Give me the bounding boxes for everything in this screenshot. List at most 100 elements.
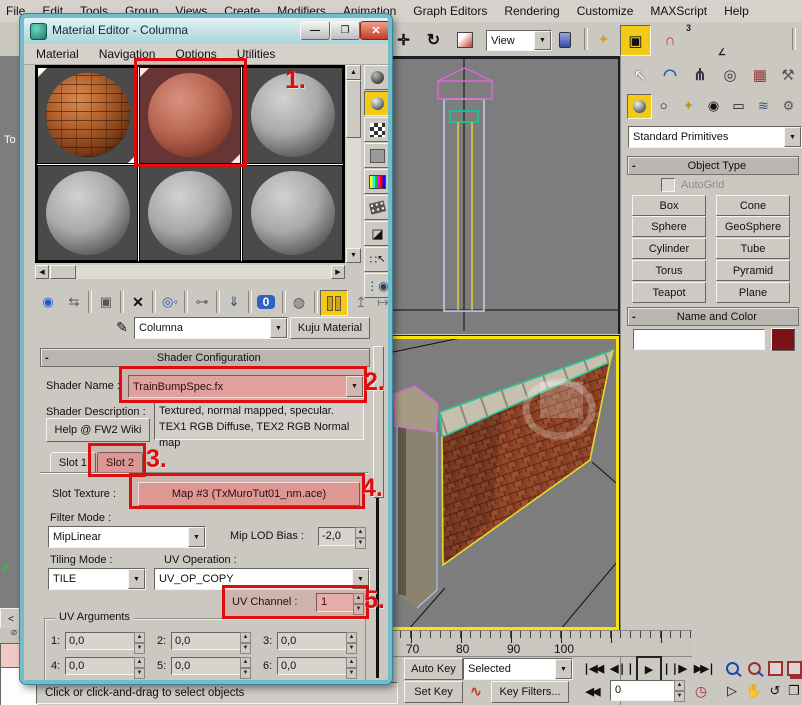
button-teapot[interactable]: Teapot <box>632 282 706 303</box>
uv-arg-5-spinner[interactable]: ▲▼ <box>240 657 251 675</box>
window-titlebar[interactable]: Material Editor - Columna — ❐ ✕ <box>24 18 388 44</box>
object-color-swatch[interactable] <box>771 328 795 351</box>
category-cameras-button[interactable]: ◉ <box>702 94 725 117</box>
maximize-viewport-toggle-button[interactable]: ❐ <box>786 681 802 701</box>
uv-arg-2-spinner[interactable]: ▲▼ <box>240 632 251 650</box>
snap-3d-button[interactable]: ∩3 <box>657 28 683 52</box>
mip-lod-bias-field[interactable]: -2,0 <box>318 527 357 546</box>
field-of-view-button[interactable]: ▷ <box>722 681 742 701</box>
material-id-channel-button[interactable]: 0 <box>254 291 278 313</box>
show-end-result-button[interactable] <box>320 290 348 316</box>
name-color-rollout-header[interactable]: - Name and Color <box>627 307 799 326</box>
sample-slot-2-selected[interactable] <box>139 67 240 164</box>
pan-button[interactable]: ✋ <box>744 681 764 701</box>
time-configuration-button[interactable]: ◷ <box>690 681 712 701</box>
mip-lod-bias-spinner[interactable]: ▲▼ <box>355 527 366 546</box>
coordinate-system-dropdown[interactable]: View▼ <box>486 30 552 51</box>
uv-arg-1-field[interactable]: 0,0 <box>65 632 136 650</box>
button-cone[interactable]: Cone <box>716 195 790 216</box>
use-pivot-center-button[interactable] <box>552 27 577 52</box>
sample-slot-4[interactable] <box>37 165 138 262</box>
sample-uv-tiling-button[interactable] <box>364 143 391 168</box>
material-editor-window[interactable]: Material Editor - Columna — ❐ ✕ Material… <box>20 14 392 684</box>
menu-help[interactable]: Help <box>724 4 749 18</box>
scroll-right-button[interactable]: ▶ <box>331 265 345 279</box>
uv-arg-3-field[interactable]: 0,0 <box>277 632 348 650</box>
chevron-down-icon[interactable]: ▼ <box>534 31 551 50</box>
category-lights-button[interactable]: ✦ <box>677 94 700 117</box>
background-button[interactable] <box>364 117 391 142</box>
scroll-thumb[interactable] <box>50 265 76 279</box>
make-unique-button[interactable]: ⊶ <box>190 291 214 313</box>
put-material-to-scene-button[interactable]: ⇆ <box>62 291 86 313</box>
timeline-ruler[interactable]: 70 80 90 100 <box>390 630 692 657</box>
chevron-down-icon[interactable]: ▼ <box>346 376 363 397</box>
viewport-perspective-active[interactable] <box>389 336 619 630</box>
tab-utilities[interactable]: ⚒ <box>776 62 800 88</box>
set-key-button[interactable]: Set Key <box>404 681 463 703</box>
menu-graph-editors[interactable]: Graph Editors <box>413 4 487 18</box>
frame-spinner[interactable]: ▲▼ <box>674 680 685 701</box>
menu-material[interactable]: Material <box>36 47 79 61</box>
chevron-down-icon[interactable]: ▼ <box>555 659 572 679</box>
sample-slot-5[interactable] <box>139 165 240 262</box>
material-name-dropdown[interactable]: Columna▼ <box>134 317 288 339</box>
category-spacewarps-button[interactable]: ≋ <box>752 94 775 117</box>
tab-modify[interactable]: ◠ <box>656 62 684 88</box>
zoom-extents-button[interactable] <box>766 657 784 679</box>
menu-rendering[interactable]: Rendering <box>504 4 559 18</box>
tab-create[interactable]: ↖ <box>626 62 654 88</box>
uv-channel-field[interactable]: 1 <box>316 593 356 612</box>
previous-frame-button[interactable]: ◀❘❘ <box>610 657 634 679</box>
pick-material-from-object-button[interactable]: ✎ <box>112 317 132 337</box>
make-material-copy-button[interactable]: ◎◦ <box>158 291 182 313</box>
uv-arg-6-spinner[interactable]: ▲▼ <box>346 657 357 675</box>
button-cylinder[interactable]: Cylinder <box>632 238 706 259</box>
material-type-button[interactable]: Kuju Material <box>290 317 370 339</box>
primitives-category-dropdown[interactable]: Standard Primitives▼ <box>628 126 802 148</box>
menu-maxscript[interactable]: MAXScript <box>650 4 707 18</box>
autogrid-checkbox[interactable] <box>661 178 675 192</box>
go-to-end-button[interactable]: ▶▶❘ <box>690 657 718 679</box>
chevron-down-icon[interactable]: ▼ <box>270 318 287 338</box>
viewport-top-wireframe[interactable] <box>388 56 620 334</box>
zoom-all-button[interactable] <box>744 657 764 679</box>
sample-slot-1-brick[interactable] <box>37 67 138 164</box>
menu-navigation[interactable]: Navigation <box>99 47 156 61</box>
category-helpers-button[interactable]: ▭ <box>727 94 750 117</box>
button-geosphere[interactable]: GeoSphere <box>716 216 790 237</box>
go-forward-to-sibling-button[interactable]: ↦ <box>372 291 392 313</box>
uv-channel-spinner[interactable]: ▲▼ <box>353 593 364 612</box>
filter-mode-dropdown[interactable]: MipLinear▼ <box>48 526 206 548</box>
select-and-scale-button[interactable] <box>452 27 477 52</box>
category-shapes-button[interactable]: ○ <box>652 94 675 117</box>
key-filters-button[interactable]: Key Filters... <box>491 681 569 703</box>
uv-operation-dropdown[interactable]: UV_OP_COPY▼ <box>154 568 370 590</box>
chevron-down-icon[interactable]: ▼ <box>784 127 801 147</box>
category-geometry-button[interactable] <box>627 94 652 119</box>
tiling-mode-dropdown[interactable]: TILE▼ <box>48 568 146 590</box>
menu-customize[interactable]: Customize <box>577 4 634 18</box>
button-tube[interactable]: Tube <box>716 238 790 259</box>
material-editor-options-button[interactable]: ◪ <box>364 221 391 246</box>
scroll-left-button[interactable]: ◀ <box>35 265 49 279</box>
play-button[interactable]: ▶ <box>636 656 662 682</box>
chevron-down-icon[interactable]: ▼ <box>128 569 145 589</box>
menu-options[interactable]: Options <box>175 47 216 61</box>
uv-arg-6-field[interactable]: 0,0 <box>277 657 348 675</box>
uv-arg-3-spinner[interactable]: ▲▼ <box>346 632 357 650</box>
go-to-parent-button[interactable]: ↥ <box>350 291 372 313</box>
key-mode-toggle-button[interactable]: ◀◀ <box>578 681 606 701</box>
go-to-start-button[interactable]: ❘◀◀ <box>578 657 606 679</box>
show-map-in-viewport-button[interactable]: ◍ <box>287 291 311 313</box>
tab-motion[interactable]: ◎ <box>716 62 744 88</box>
button-plane[interactable]: Plane <box>716 282 790 303</box>
tab-hierarchy[interactable]: ⋔ <box>686 62 714 88</box>
select-and-manipulate-button[interactable]: ✦ <box>591 27 616 52</box>
video-color-check-button[interactable] <box>364 169 391 194</box>
tab-slot-1[interactable]: Slot 1 <box>50 452 96 474</box>
zoom-extents-all-button[interactable] <box>786 657 802 679</box>
button-box[interactable]: Box <box>632 195 706 216</box>
set-key-mode-icon-button[interactable]: ∿ <box>465 681 487 701</box>
put-to-library-button[interactable]: ⇓ <box>222 291 246 313</box>
